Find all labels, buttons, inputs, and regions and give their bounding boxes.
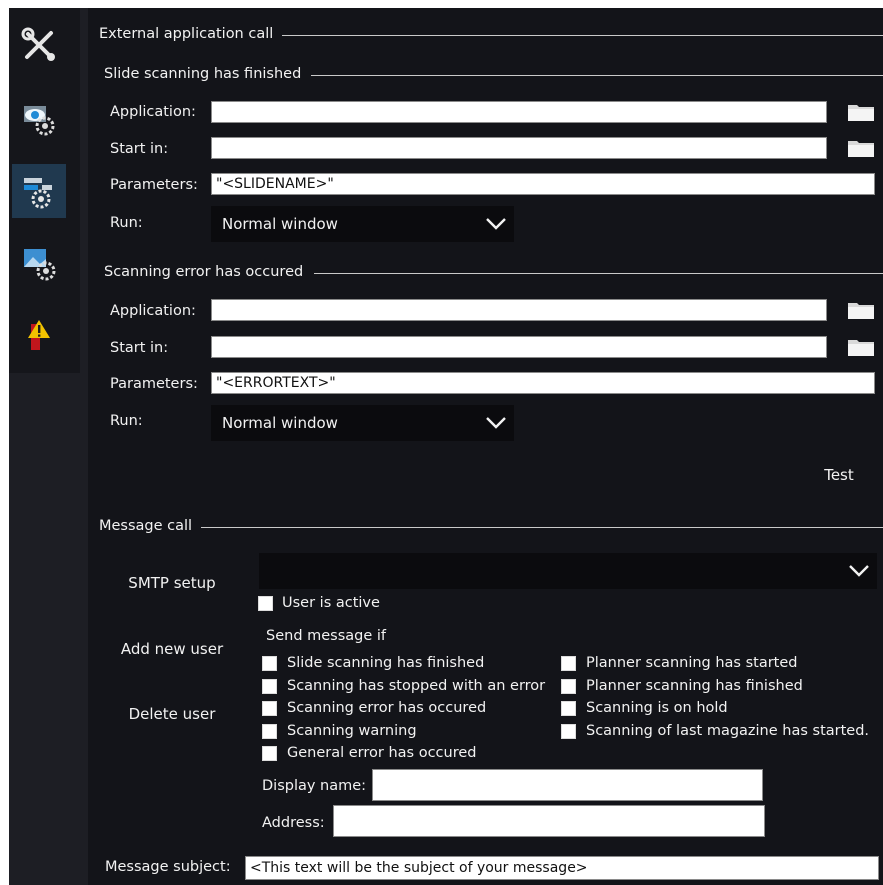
image-settings-icon	[24, 249, 56, 281]
condition-label: Scanning is on hold	[586, 700, 728, 716]
smtp-user-select[interactable]	[259, 553, 877, 589]
group-divider	[311, 75, 883, 76]
condition-label: Scanning of last magazine has started.	[586, 723, 870, 739]
address-label: Address:	[262, 815, 325, 831]
external-app-section-title: External application call	[99, 26, 274, 42]
application-settings-icon	[24, 178, 52, 209]
folder-icon[interactable]	[846, 299, 876, 321]
condition-label: Scanning error has occured	[287, 700, 487, 716]
finished-run-select[interactable]: Normal window	[211, 206, 514, 242]
sidebar-item-warnings[interactable]	[12, 308, 66, 362]
error-parameters-label: Parameters:	[110, 376, 198, 392]
sidebar-item-images[interactable]	[12, 236, 66, 290]
warning-icon	[28, 320, 50, 350]
condition-checkbox[interactable]	[262, 656, 277, 671]
condition-label: Planner scanning has finished	[586, 678, 803, 694]
delete-user-button[interactable]: Delete user	[112, 705, 232, 723]
error-run-label: Run:	[110, 413, 143, 429]
finished-start-in-label: Start in:	[110, 141, 169, 157]
finished-start-in-input[interactable]	[211, 137, 827, 159]
finished-run-value: Normal window	[222, 215, 338, 233]
finished-parameters-label: Parameters:	[110, 177, 198, 193]
condition-checkbox[interactable]	[262, 701, 277, 716]
condition-checkbox[interactable]	[262, 746, 277, 761]
finished-parameters-input[interactable]: "<SLIDENAME>"	[211, 173, 875, 195]
eye-settings-icon	[24, 106, 55, 136]
condition-checkbox[interactable]	[561, 656, 576, 671]
finished-run-label: Run:	[110, 215, 143, 231]
display-name-input[interactable]	[372, 769, 763, 801]
smtp-setup-button[interactable]: SMTP setup	[112, 574, 232, 592]
sidebar-item-applications[interactable]	[12, 164, 66, 218]
section-divider	[201, 527, 883, 528]
error-group-title: Scanning error has occured	[104, 264, 304, 280]
error-application-input[interactable]	[211, 299, 827, 321]
folder-icon[interactable]	[846, 137, 876, 159]
display-name-label: Display name:	[262, 778, 367, 794]
condition-label: Planner scanning has started	[586, 655, 798, 671]
folder-icon[interactable]	[846, 101, 876, 123]
error-run-select[interactable]: Normal window	[211, 405, 514, 441]
address-input[interactable]	[333, 805, 765, 837]
condition-checkbox[interactable]	[561, 701, 576, 716]
message-subject-input[interactable]: <This text will be the subject of your m…	[245, 856, 879, 880]
finished-application-label: Application:	[110, 104, 196, 120]
section-divider	[282, 35, 883, 36]
tools-icon	[21, 27, 55, 61]
chevron-down-icon	[478, 206, 514, 242]
sidebar-item-tools[interactable]	[12, 18, 66, 72]
condition-label: Slide scanning has finished	[287, 655, 485, 671]
group-divider	[314, 273, 883, 274]
test-button[interactable]: Test	[815, 466, 863, 484]
condition-checkbox[interactable]	[262, 679, 277, 694]
chevron-down-icon	[841, 553, 877, 589]
condition-checkbox[interactable]	[561, 679, 576, 694]
condition-label: Scanning has stopped with an error	[287, 678, 546, 694]
chevron-down-icon	[478, 405, 514, 441]
send-message-if-label: Send message if	[266, 628, 387, 644]
folder-icon[interactable]	[846, 336, 876, 358]
message-subject-label: Message subject:	[105, 859, 231, 875]
condition-checkbox[interactable]	[561, 724, 576, 739]
error-run-value: Normal window	[222, 414, 338, 432]
finished-group-title: Slide scanning has finished	[104, 66, 302, 82]
condition-checkbox[interactable]	[262, 724, 277, 739]
finished-application-input[interactable]	[211, 101, 827, 123]
error-parameters-input[interactable]: "<ERRORTEXT>"	[211, 372, 875, 394]
add-user-button[interactable]: Add new user	[112, 640, 232, 658]
condition-label: Scanning warning	[287, 723, 417, 739]
sidebar-item-view[interactable]	[12, 92, 66, 146]
error-application-label: Application:	[110, 303, 196, 319]
condition-label: General error has occured	[287, 745, 477, 761]
error-start-in-label: Start in:	[110, 340, 169, 356]
message-section-title: Message call	[99, 518, 193, 534]
user-active-checkbox[interactable]	[258, 596, 273, 611]
user-active-label: User is active	[282, 595, 380, 611]
error-start-in-input[interactable]	[211, 336, 827, 358]
